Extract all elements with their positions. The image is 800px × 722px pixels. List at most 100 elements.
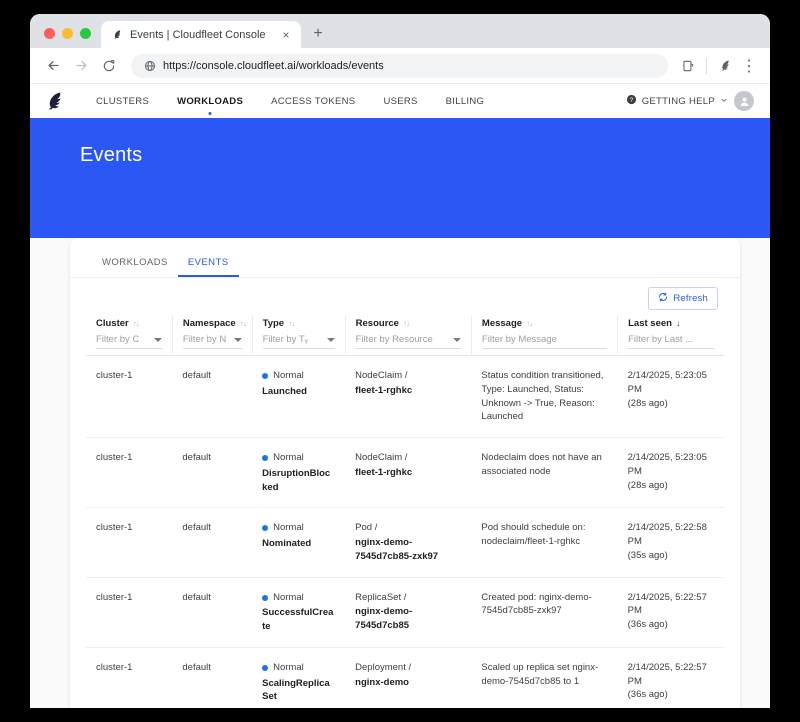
refresh-button[interactable]: Refresh (648, 287, 718, 310)
minimize-window-button[interactable] (62, 28, 73, 39)
table-header-row: Cluster ↑↓ Namespace (86, 316, 724, 356)
sort-toggle-icon-cluster[interactable]: ↑↓ (133, 319, 140, 328)
cell-type: Normal Nominated (252, 507, 346, 578)
column-header-message-label: Message (481, 318, 523, 329)
filter-input-last-seen[interactable] (628, 333, 714, 346)
filter-input-type[interactable] (262, 333, 323, 346)
severity-dot-icon (262, 594, 269, 601)
sort-toggle-icon-type[interactable]: ↑↓ (288, 319, 295, 328)
column-header-message: Message ↑↓ (471, 316, 619, 356)
column-header-cluster-label: Cluster (96, 318, 129, 329)
profile-avatar-icon[interactable] (714, 55, 736, 77)
address-bar-url: https://console.cloudfleet.ai/workloads/… (163, 59, 384, 72)
close-window-button[interactable] (44, 28, 55, 39)
severity-dot-icon (262, 454, 269, 461)
column-header-last-seen-label-wrap[interactable]: Last seen ↓ (628, 318, 714, 329)
getting-help-menu[interactable]: ? GETTING HELP (626, 94, 728, 108)
page-hero: Events (30, 118, 770, 238)
severity-wrap: Normal (262, 661, 335, 675)
table-row[interactable]: cluster-1 default Normal Launched NodeCl… (86, 355, 724, 439)
tab-workloads[interactable]: WORKLOADS (92, 257, 178, 277)
filter-field-resource[interactable] (355, 333, 461, 349)
cell-last-seen: 2/14/2025, 5:23:05 PM (28s ago) (617, 437, 724, 509)
table-row[interactable]: cluster-1 default Normal Nominated Pod /… (86, 507, 724, 578)
cell-resource: ReplicaSet / nginx-demo-7545d7cb85 (345, 577, 472, 648)
browser-tab[interactable]: Events | Cloudfleet Console × (101, 21, 301, 48)
cell-last-seen: 2/14/2025, 5:22:57 PM (36s ago) (617, 577, 724, 648)
column-header-namespace-label-wrap[interactable]: Namespace ↑↓ (183, 318, 247, 329)
severity-label: Normal (273, 370, 304, 381)
toolbar-divider (706, 57, 707, 74)
resource-name: nginx-demo-7545d7cb85 (355, 606, 413, 632)
resource-name: nginx-demo (355, 676, 409, 688)
new-tab-button[interactable]: + (305, 21, 331, 47)
tab-events[interactable]: EVENTS (177, 257, 239, 277)
events-table-container[interactable]: Cluster ↑↓ Namespace (70, 316, 740, 708)
app-navbar: CLUSTERS WORKLOADS ACCESS TOKENS USERS B… (30, 84, 770, 118)
severity-label: Normal (273, 522, 304, 534)
user-avatar[interactable] (734, 91, 754, 111)
back-icon[interactable] (40, 53, 66, 79)
nav-item-billing[interactable]: BILLING (432, 84, 499, 118)
window-traffic-lights (40, 28, 101, 48)
browser-menu-icon[interactable]: ⋮ (738, 55, 760, 77)
column-header-cluster-label-wrap[interactable]: Cluster ↑↓ (96, 318, 162, 329)
browser-tab-strip: Events | Cloudfleet Console × + (30, 14, 770, 48)
svg-text:?: ? (629, 97, 633, 104)
address-bar[interactable]: https://console.cloudfleet.ai/workloads/… (131, 53, 668, 78)
filter-field-last-seen[interactable] (628, 333, 714, 349)
filter-input-resource[interactable] (355, 333, 449, 346)
filter-field-message[interactable] (481, 333, 608, 349)
nav-item-users[interactable]: USERS (369, 84, 431, 118)
help-circle-icon: ? (626, 94, 637, 108)
filter-field-cluster[interactable] (96, 333, 162, 349)
cloudfleet-logo-icon[interactable] (42, 88, 68, 114)
cell-namespace: default (172, 437, 253, 509)
install-app-icon[interactable] (677, 55, 699, 77)
sort-toggle-icon-resource[interactable]: ↑↓ (403, 319, 410, 328)
column-header-resource-label-wrap[interactable]: Resource ↑↓ (356, 318, 461, 329)
maximize-window-button[interactable] (80, 28, 91, 39)
dropdown-caret-icon-cluster[interactable] (153, 337, 162, 342)
events-table-head: Cluster ↑↓ Namespace (86, 316, 724, 356)
forward-icon[interactable] (68, 53, 94, 79)
filter-field-namespace[interactable] (182, 333, 242, 349)
filter-input-message[interactable] (481, 333, 608, 346)
dropdown-caret-icon-namespace[interactable] (233, 337, 242, 342)
column-header-resource-label: Resource (355, 318, 399, 329)
column-header-message-label-wrap[interactable]: Message ↑↓ (482, 318, 607, 329)
cell-namespace: default (172, 647, 253, 708)
cell-namespace: default (172, 355, 253, 439)
column-header-cluster: Cluster ↑↓ (86, 316, 173, 356)
nav-item-access-tokens[interactable]: ACCESS TOKENS (257, 84, 369, 118)
severity-label: Normal (273, 452, 304, 464)
table-row[interactable]: cluster-1 default Normal DisruptionBlock… (86, 437, 724, 509)
resource-kind: Pod / (355, 522, 378, 534)
severity-wrap: Normal (262, 591, 335, 605)
close-tab-icon[interactable]: × (279, 28, 293, 42)
reload-icon[interactable] (96, 53, 122, 79)
resource-kind: NodeClaim / (355, 370, 408, 381)
dropdown-caret-icon-resource[interactable] (452, 337, 461, 342)
dropdown-caret-icon-type[interactable] (326, 337, 335, 342)
column-header-last-seen: Last seen ↓ (618, 316, 724, 356)
table-row[interactable]: cluster-1 default Normal SuccessfulCreat… (86, 577, 724, 648)
nav-item-workloads[interactable]: WORKLOADS (163, 84, 257, 118)
severity-dot-icon (262, 664, 269, 671)
nav-item-clusters[interactable]: CLUSTERS (82, 84, 163, 118)
event-reason: ScalingReplicaSet (262, 677, 330, 703)
cell-type: Normal ScalingReplicaSet (252, 647, 346, 708)
cell-message: Status condition transitioned, Type: Lau… (471, 355, 618, 439)
filter-input-cluster[interactable] (96, 333, 150, 346)
column-header-type-label-wrap[interactable]: Type ↑↓ (263, 318, 335, 329)
site-info-globe-icon[interactable] (143, 59, 156, 72)
sort-toggle-icon-namespace[interactable]: ↑↓ (240, 319, 247, 328)
sort-toggle-icon-message[interactable]: ↑↓ (526, 319, 533, 328)
cell-message: Nodeclaim does not have an associated no… (471, 437, 618, 509)
filter-field-type[interactable] (262, 333, 335, 349)
filter-input-namespace[interactable] (182, 333, 230, 346)
severity-dot-icon (262, 372, 269, 379)
sort-descending-icon-last-seen[interactable]: ↓ (676, 319, 681, 328)
table-row[interactable]: cluster-1 default Normal ScalingReplicaS… (86, 647, 724, 708)
cell-namespace: default (172, 577, 253, 648)
